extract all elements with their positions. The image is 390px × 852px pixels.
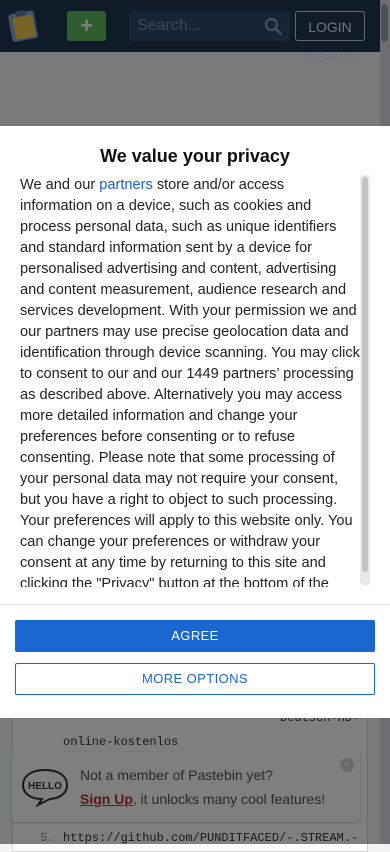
- consent-text: We and our partners store and/or access …: [20, 175, 360, 587]
- consent-scrollbar-thumb[interactable]: [362, 177, 368, 572]
- divider: [0, 604, 390, 605]
- agree-button[interactable]: AGREE: [15, 620, 375, 652]
- partners-link[interactable]: partners: [99, 177, 153, 193]
- more-options-button[interactable]: MORE OPTIONS: [15, 663, 375, 695]
- dialog-title: We value your privacy: [100, 146, 290, 166]
- consent-scrollbar[interactable]: [360, 175, 370, 585]
- consent-text-start: We and our: [20, 177, 100, 193]
- privacy-consent-dialog: We value your privacy We and our partner…: [0, 126, 390, 718]
- consent-text-rest: store and/or access information on a dev…: [20, 177, 360, 587]
